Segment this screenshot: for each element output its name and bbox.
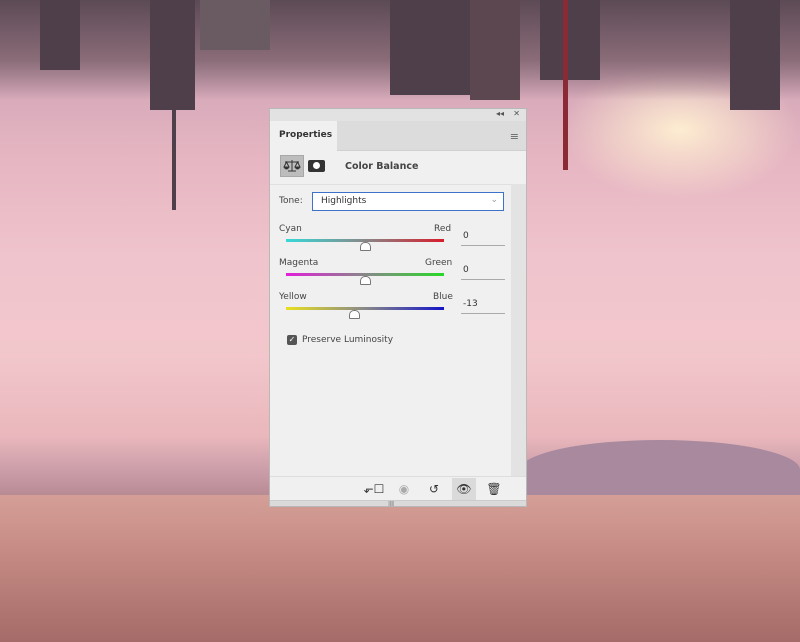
slider-thumb[interactable] [349,310,361,319]
close-icon[interactable]: ✕ [513,109,520,118]
properties-panel: ◂◂ ✕ Properties ≡ Color Balance Tone: Hi… [269,108,527,507]
grass-field [0,495,800,642]
preserve-luminosity-checkbox[interactable]: ✓ [287,335,297,345]
slider-right-label: Red [434,224,452,234]
chevron-down-icon: ⌄ [490,195,498,205]
adjustment-title: Color Balance [345,160,419,172]
view-previous-state-button[interactable]: ◉ [392,478,416,500]
tab-properties[interactable]: Properties [270,121,337,151]
tone-select[interactable]: Highlights ⌄ [312,192,504,211]
scrollbar[interactable] [511,184,526,476]
slider-track[interactable] [286,307,444,310]
slider-thumb[interactable] [359,276,371,285]
value-input[interactable]: 0 [461,231,505,246]
color-balance-icon[interactable] [280,155,304,177]
reset-button[interactable]: ↺ [422,478,446,500]
mask-icon[interactable] [308,160,325,172]
panel-menu-icon[interactable]: ≡ [510,130,519,143]
slider-left-label: Magenta [279,258,319,268]
preserve-luminosity-label: Preserve Luminosity [302,335,394,345]
slider-right-label: Green [425,258,453,268]
slider-right-label: Blue [433,292,453,302]
value-input[interactable]: 0 [461,265,505,280]
clip-to-layer-button[interactable]: ⬐☐ [362,478,386,500]
inverted-city [0,0,800,210]
toggle-visibility-button[interactable]: 👁 [452,478,476,500]
delete-button[interactable]: 🗑 [482,478,506,500]
tone-label: Tone: [279,196,303,206]
resize-grip[interactable]: |||||||| [270,500,526,507]
tone-value: Highlights [321,196,367,206]
slider-thumb[interactable] [359,242,371,251]
slider-left-label: Yellow [279,292,307,302]
mountain [520,440,800,500]
panel-title-bar[interactable]: ◂◂ ✕ [270,109,526,121]
slider-left-label: Cyan [279,224,302,234]
value-input[interactable]: -13 [461,299,505,314]
collapse-icon[interactable]: ◂◂ [496,109,504,118]
